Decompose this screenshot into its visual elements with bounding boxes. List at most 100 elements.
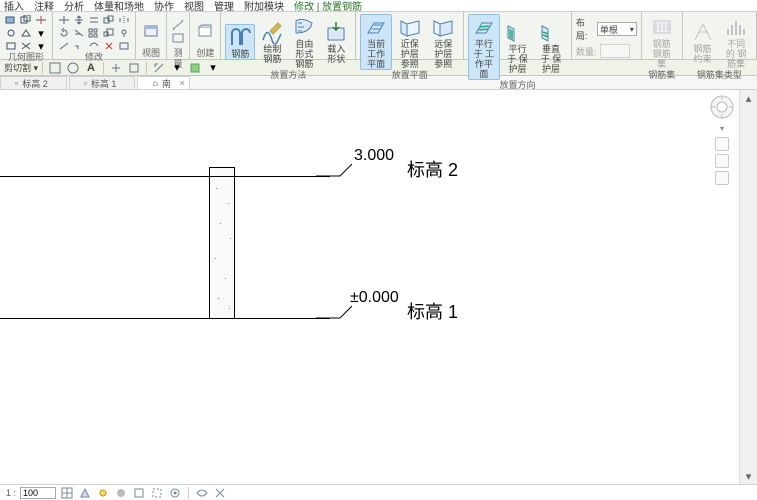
view-button[interactable] — [140, 22, 162, 40]
level-marker-2[interactable] — [316, 163, 352, 179]
nav-zoom-button[interactable] — [715, 154, 729, 168]
geom-btn-1[interactable] — [4, 27, 18, 39]
copy-button[interactable] — [102, 14, 116, 26]
ribbon-group-label-rebar-set: 钢筋集 — [646, 70, 678, 81]
opt-btn-8[interactable]: ▾ — [205, 61, 221, 75]
steering-wheel[interactable] — [709, 94, 735, 120]
rebar-button[interactable]: 钢筋 — [225, 24, 255, 60]
load-shape-button[interactable]: 载入 形状 — [321, 19, 351, 65]
parallel-workplane-button[interactable]: 平行于 工作平面 — [468, 14, 500, 80]
level-name-2: 标高 2 — [407, 156, 458, 182]
ribbon: ▾ ▾ 几何图形 — [0, 12, 757, 60]
tab-level1[interactable]: ▫ 标高 1 — [69, 76, 136, 89]
geom-btn-4[interactable] — [4, 40, 18, 52]
layout-select[interactable]: 单根▾ — [597, 22, 637, 36]
reveal-constraints-button[interactable] — [213, 486, 227, 500]
offset-button[interactable] — [87, 14, 101, 26]
mod-btn-1[interactable] — [57, 40, 71, 52]
opt-btn-5[interactable] — [151, 61, 167, 75]
current-workplane-label: 当前 工作平面 — [363, 39, 389, 69]
join-geometry-button[interactable] — [19, 14, 33, 26]
trim-button[interactable] — [72, 27, 86, 39]
structural-column[interactable] — [209, 167, 235, 319]
rebar-set-button: 钢筋 钢筋集 — [646, 14, 678, 70]
level-line-2[interactable] — [0, 176, 330, 177]
geom-btn-2[interactable] — [19, 27, 33, 39]
opt-btn-4[interactable] — [126, 61, 142, 75]
reveal-hidden-button[interactable] — [195, 486, 209, 500]
cut-geometry-button[interactable] — [4, 14, 18, 26]
mod-btn-4[interactable] — [117, 40, 131, 52]
level-line-1[interactable] — [0, 318, 330, 319]
near-cover-button[interactable]: 近保护层 参照 — [394, 14, 426, 70]
sketch-rebar-label: 绘制 钢筋 — [260, 44, 284, 64]
crop-region-button[interactable] — [150, 486, 164, 500]
scroll-up-button[interactable]: ▴ — [741, 90, 757, 106]
align-button[interactable] — [57, 14, 71, 26]
drawing-canvas[interactable]: 3.000 标高 2 ±0.000 标高 1 — [0, 90, 739, 484]
measure-button-1[interactable] — [171, 19, 185, 31]
vertical-scrollbar[interactable]: ▴ ▾ — [739, 90, 757, 484]
scroll-down-button[interactable]: ▾ — [741, 468, 757, 484]
parallel-cover-button[interactable]: 平行于 保护层 — [502, 19, 534, 75]
geom-btn-3[interactable]: ▾ — [34, 27, 48, 39]
level-marker-1[interactable] — [316, 305, 352, 321]
perpendicular-cover-button[interactable]: 垂直于 保护层 — [535, 19, 567, 75]
opt-font-button[interactable]: A — [83, 61, 99, 75]
opt-btn-2[interactable] — [65, 61, 81, 75]
perpendicular-cover-label: 垂直于 保护层 — [538, 44, 564, 74]
opt-btn-7[interactable] — [187, 61, 203, 75]
tab-south[interactable]: ⌂ 南 × — [137, 76, 189, 89]
measure-button-2[interactable] — [171, 32, 185, 44]
rotate-button[interactable] — [57, 27, 71, 39]
ribbon-group-place-plane: 当前 工作平面 近保护层 参照 远保护层 参照 放置平面 — [356, 12, 464, 59]
hide-isolate-button[interactable] — [168, 486, 182, 500]
split-button[interactable] — [34, 14, 48, 26]
array-button[interactable] — [87, 27, 101, 39]
nav-orbit-button[interactable] — [715, 171, 729, 185]
close-tab-button[interactable]: × — [180, 78, 185, 88]
shadows-button[interactable] — [114, 486, 128, 500]
tab-level2[interactable]: ▫ 标高 2 — [0, 76, 67, 89]
opt-btn-1[interactable] — [47, 61, 63, 75]
opt-btn-3[interactable] — [108, 61, 124, 75]
crop-view-button[interactable] — [132, 486, 146, 500]
detail-level-button[interactable] — [60, 486, 74, 500]
geom-btn-6[interactable]: ▾ — [34, 40, 48, 52]
current-workplane-button[interactable]: 当前 工作平面 — [360, 14, 392, 70]
ribbon-group-geometry: ▾ ▾ 几何图形 — [0, 12, 53, 59]
move-button[interactable] — [72, 14, 86, 26]
cut-dropdown[interactable]: 剪切割 ▾ — [4, 61, 38, 74]
geom-btn-5[interactable] — [19, 40, 33, 52]
scale-button[interactable] — [102, 27, 116, 39]
level-value-1: ±0.000 — [350, 289, 399, 307]
ribbon-group-label-measure: 测量 — [171, 48, 185, 59]
mirror-button[interactable] — [117, 14, 131, 26]
sun-path-button[interactable] — [96, 486, 110, 500]
nav-pan-button[interactable] — [715, 137, 729, 151]
rebar-constraint-button: 钢筋约束 — [687, 19, 719, 65]
ribbon-group-rebar-set: 钢筋 钢筋集 钢筋集 — [642, 12, 683, 59]
ribbon-group-label-place-plane: 放置平面 — [360, 70, 459, 81]
opt-btn-6[interactable]: ▾ — [169, 61, 185, 75]
pin-button[interactable] — [117, 27, 131, 39]
scale-input[interactable] — [20, 487, 56, 499]
delete-button[interactable] — [102, 40, 116, 52]
navigation-tools: ▾ — [709, 94, 735, 185]
ribbon-group-modify: 修改 — [53, 12, 136, 59]
visual-style-button[interactable] — [78, 486, 92, 500]
rebar-set-label: 钢筋 钢筋集 — [649, 39, 675, 69]
mod-btn-2[interactable] — [72, 40, 86, 52]
freeform-rebar-button[interactable]: 自由形式 钢筋 — [289, 14, 319, 70]
sketch-rebar-button[interactable]: 绘制 钢筋 — [257, 19, 287, 65]
level-name-1: 标高 1 — [407, 298, 458, 324]
far-cover-label: 远保护层 参照 — [431, 39, 457, 69]
steering-wheel-dropdown[interactable]: ▾ — [720, 124, 724, 133]
view-control-bar: 1 : — [0, 484, 757, 500]
mod-btn-3[interactable] — [87, 40, 101, 52]
create-button[interactable] — [194, 22, 216, 40]
rebar-constraint-label: 钢筋约束 — [690, 44, 716, 64]
far-cover-button[interactable]: 远保护层 参照 — [428, 14, 460, 70]
count-input — [600, 44, 630, 58]
tab-label: 标高 1 — [91, 77, 117, 90]
